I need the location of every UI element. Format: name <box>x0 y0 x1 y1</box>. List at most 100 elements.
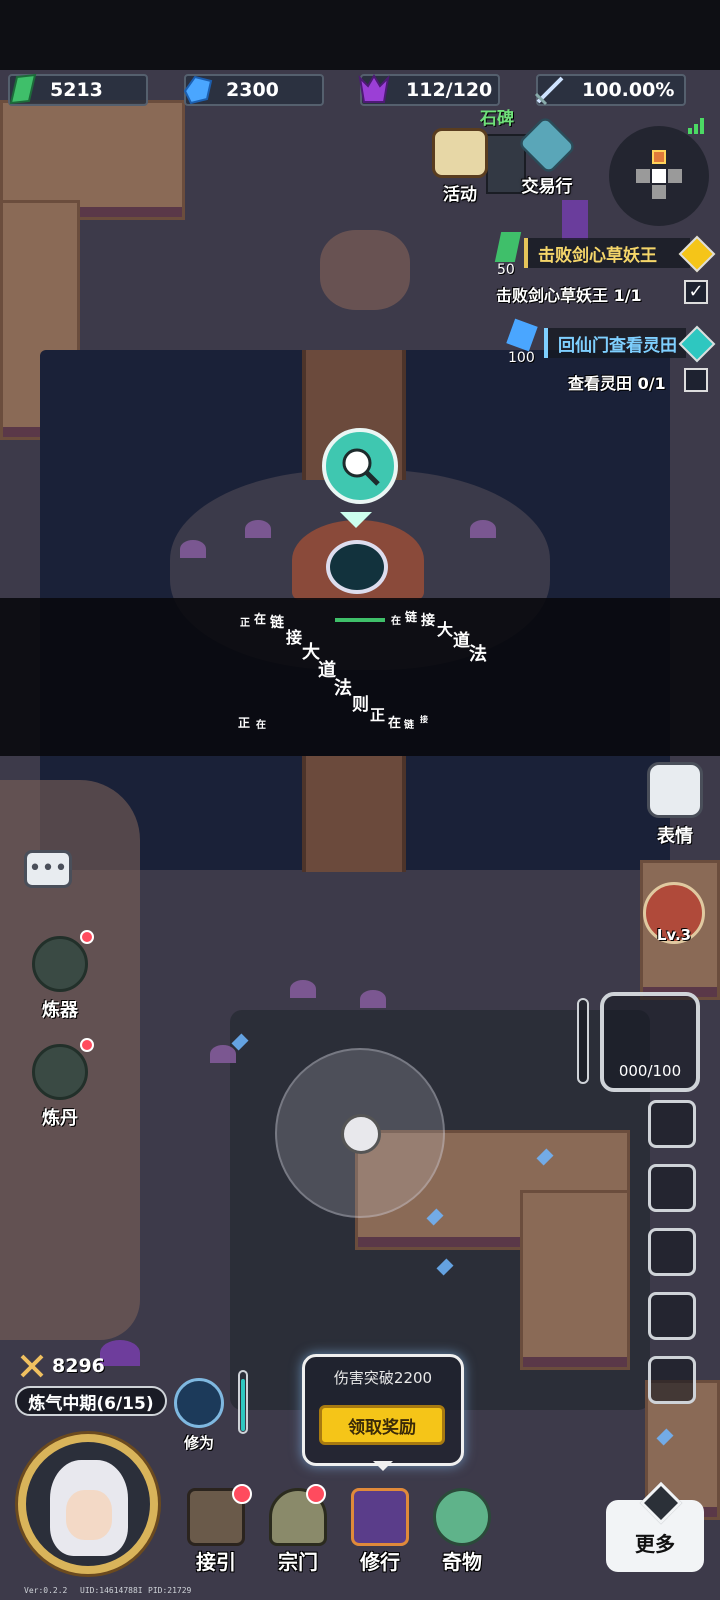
purple-bush <box>180 540 206 558</box>
loading-char: 在 <box>256 720 266 731</box>
player-avatar[interactable] <box>18 1434 158 1574</box>
loading-char: 在 <box>254 612 267 626</box>
skill-slot[interactable] <box>648 1100 696 1148</box>
scroll-icon <box>432 128 488 178</box>
loading-char: 接 <box>286 628 303 647</box>
loading-char: 法 <box>469 644 487 665</box>
skill-slot-main[interactable]: 000/100 <box>600 992 700 1092</box>
activity-label: 活动 <box>443 185 477 205</box>
refine-button[interactable]: 炼器 <box>28 930 94 1022</box>
stamina-counter[interactable]: 112/120 <box>358 74 500 106</box>
gourd-level: Lv.3 <box>656 926 692 944</box>
loading-char: 道 <box>453 631 470 651</box>
minimap-room <box>652 169 666 183</box>
nav-sect[interactable]: 宗门 <box>258 1484 338 1575</box>
cultivation-label: 修为 <box>183 1434 214 1452</box>
checkbox-checked-icon: ✓ <box>684 280 708 304</box>
trade-button[interactable]: 交易行 <box>512 115 582 197</box>
emote-button[interactable]: 表情 <box>640 762 710 848</box>
jade-value: 5213 <box>50 79 103 101</box>
combat-power-value: 8296 <box>52 1355 105 1377</box>
jade-dragon-icon <box>433 1488 491 1546</box>
nav-label: 更多 <box>635 1532 675 1556</box>
refine-icon <box>32 936 88 992</box>
quest-title[interactable]: 回仙门查看灵田 <box>544 328 686 358</box>
nav-label: 宗门 <box>278 1550 318 1574</box>
purple-bush <box>360 990 386 1008</box>
map-top-dark <box>0 0 720 70</box>
combat-power: 8296 <box>18 1352 158 1380</box>
jade-icon <box>2 70 42 110</box>
crystal-value: 2300 <box>226 79 279 101</box>
crystal-counter[interactable]: 2300 <box>183 74 324 106</box>
quest-progress: 击败剑心草妖王 1/1 <box>496 286 642 305</box>
pid-text: PID:21729 <box>148 1586 192 1595</box>
pointer-arrow <box>340 512 372 528</box>
claim-reward-button[interactable]: 领取奖励 <box>319 1405 445 1445</box>
realm-badge: 炼气中期(6/15) <box>15 1386 167 1416</box>
nav-recruit[interactable]: 接引 <box>176 1484 256 1575</box>
reward-panel: 伤害突破2200 领取奖励 <box>302 1354 464 1471</box>
alchemy-label: 炼丹 <box>42 1108 78 1129</box>
signal-icon <box>688 116 708 134</box>
purple-bush <box>245 520 271 538</box>
dirt-patch <box>520 1190 630 1370</box>
trade-emblem-icon <box>517 115 577 175</box>
notification-dot <box>232 1484 252 1504</box>
nav-treasure[interactable]: 奇物 <box>422 1488 502 1575</box>
jade-counter[interactable]: 5213 <box>8 73 148 106</box>
magnifier-icon <box>342 448 380 486</box>
inspect-button[interactable] <box>322 428 398 504</box>
panel-pointer <box>373 1461 393 1471</box>
skill-slot[interactable] <box>648 1292 696 1340</box>
loading-char: 则 <box>352 695 369 715</box>
loading-char: 大 <box>437 620 454 639</box>
crossed-swords-icon <box>20 1354 44 1378</box>
stele-label: 石碑 <box>480 109 514 129</box>
cultivation-button[interactable]: 修为 <box>172 1378 226 1453</box>
trade-label: 交易行 <box>521 177 573 197</box>
skill-slot[interactable] <box>648 1164 696 1212</box>
chat-button[interactable]: ••• <box>24 850 72 888</box>
nav-more[interactable]: 更多 <box>606 1481 704 1572</box>
minimap-room <box>636 169 650 183</box>
minimap-current-room <box>652 150 666 164</box>
skill-slot[interactable] <box>648 1356 696 1404</box>
spirit-swirl-icon <box>174 1378 224 1428</box>
book-icon <box>351 1488 409 1546</box>
emote-face-icon <box>647 762 703 818</box>
quest-title[interactable]: 击败剑心草妖王 <box>524 238 690 268</box>
player-hp-bar <box>335 618 385 622</box>
rate-counter[interactable]: 100.00% <box>534 74 686 106</box>
notification-dot <box>80 1038 94 1052</box>
notification-dot <box>80 930 94 944</box>
loading-char: 正 <box>238 716 251 730</box>
alchemy-button[interactable]: 炼丹 <box>28 1038 94 1130</box>
uid-text: UID:14614788I <box>80 1586 143 1595</box>
demon-stamina-icon <box>354 70 394 110</box>
quest-reward: 100 <box>508 350 535 366</box>
cultivation-gauge-fill <box>241 1379 245 1431</box>
loading-char: 正 <box>240 618 250 629</box>
minimap-room <box>668 169 682 183</box>
alchemy-icon <box>32 1044 88 1100</box>
joystick-knob[interactable] <box>341 1114 381 1154</box>
purple-bush <box>210 1045 236 1063</box>
version-text: Ver:0.2.2 <box>24 1586 68 1595</box>
altar-portal <box>326 540 388 594</box>
notification-dot <box>306 1484 326 1504</box>
reward-text: 伤害突破2200 <box>333 1369 433 1387</box>
loading-char: 法 <box>334 678 352 699</box>
activity-button[interactable]: 活动 <box>425 128 495 205</box>
checkbox-empty-icon <box>684 368 708 392</box>
nav-cultivate[interactable]: 修行 <box>340 1488 420 1575</box>
loading-char: 正 <box>370 706 386 724</box>
capacity-gauge <box>577 998 589 1084</box>
chat-bubble-icon: ••• <box>28 856 68 881</box>
minimap[interactable] <box>609 126 709 226</box>
skill-slot[interactable] <box>648 1228 696 1276</box>
virtual-joystick[interactable] <box>275 1048 445 1218</box>
gourd-button[interactable]: Lv.3 <box>642 882 706 948</box>
loading-char: 链 <box>404 720 414 731</box>
quest-progress: 查看灵田 0/1 <box>568 374 666 393</box>
